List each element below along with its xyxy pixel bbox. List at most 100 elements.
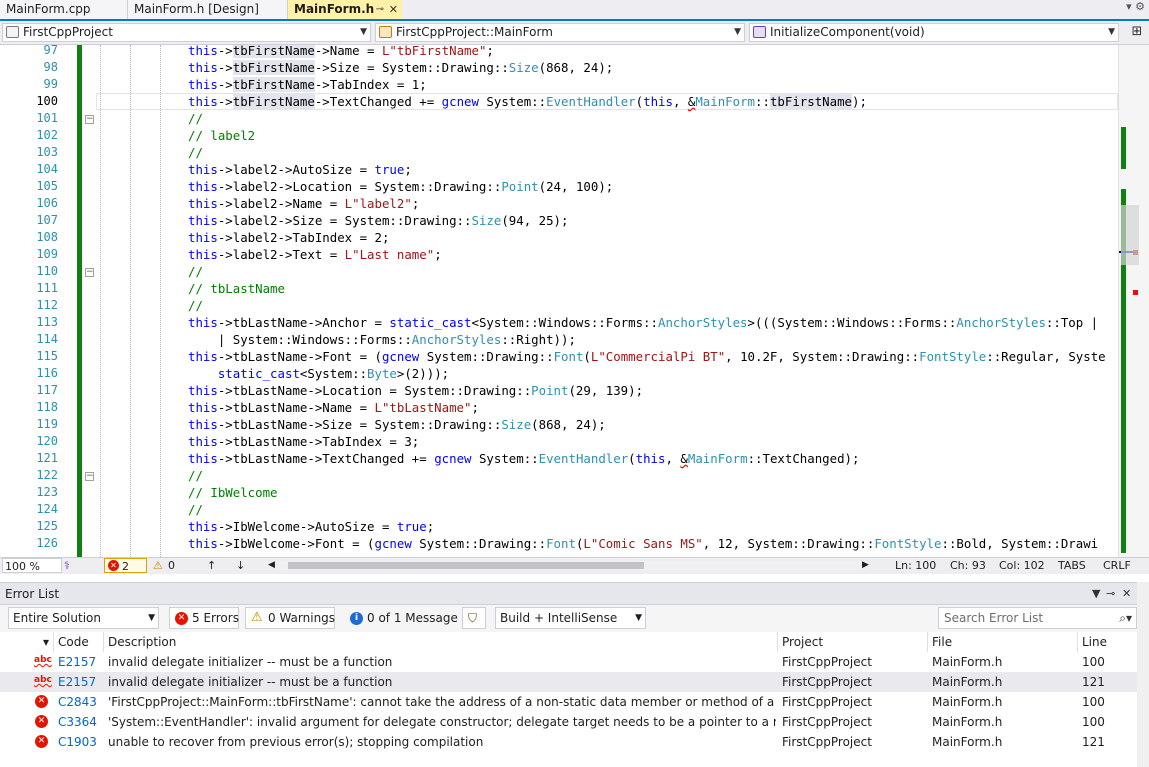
split-window-icon[interactable]: ⊞ [1129,24,1145,42]
horizontal-scroll-thumb[interactable] [288,562,644,569]
error-icon: ✕ [35,695,48,708]
search-error-list-input[interactable]: Search Error List ⌕▾ [938,607,1137,629]
build-filter-dropdown[interactable]: Build + IntelliSense ▼ [495,607,646,629]
code-line: this->label2->Text = L"Last name"; [188,247,442,262]
line-number-status: Ln: 100 [895,559,937,572]
zoom-value: 100 % [5,560,40,573]
tab-mainform-cpp[interactable]: MainForm.cpp [0,0,128,19]
window-position-icon[interactable]: ▼ [1092,583,1100,605]
pin-icon[interactable]: ⊸ [376,0,384,19]
intellisense-error-icon: abc [34,655,52,665]
tab-mainform-h-design[interactable]: MainForm.h [Design] [128,0,288,19]
arrow-up-icon[interactable]: ↑ [207,558,216,573]
line-number: 113 [36,315,58,329]
error-list-title-bar: Error List ▼ ⊸ ✕ [0,583,1137,605]
line-number: 98 [43,60,58,74]
warnings-filter-label: 0 Warnings [268,611,336,625]
arrow-down-icon[interactable]: ↓ [236,558,245,573]
column-header-description[interactable]: Description [104,632,778,652]
warning-icon: ⚠ [153,559,163,572]
collapse-icon[interactable]: − [85,268,94,277]
overview-error-mark [1133,290,1138,295]
error-line: 100 [1082,655,1105,669]
project-dropdown[interactable]: FirstCppProject ▼ [2,23,371,42]
error-project: FirstCppProject [782,695,872,709]
class-dropdown[interactable]: FirstCppProject::MainForm ▼ [375,23,745,42]
code-line: this->tbLastName->Location = System::Dra… [188,383,644,398]
member-dropdown[interactable]: InitializeComponent(void) ▼ [749,23,1119,42]
document-tab-strip: MainForm.cpp MainForm.h [Design] MainFor… [0,0,1149,21]
column-header-code[interactable]: Code [54,632,104,652]
error-line: 100 [1082,695,1105,709]
messages-filter-button[interactable]: i 0 of 1 Message [344,607,458,629]
error-row[interactable]: abc E2157 invalid delegate initializer -… [0,652,1137,672]
error-code[interactable]: E2157 [58,652,96,672]
line-number: 119 [36,417,58,431]
error-row[interactable]: ✕ C1903 unable to recover from previous … [0,732,1137,752]
project-dropdown-value: FirstCppProject [23,25,113,39]
code-line: // [188,264,203,279]
column-header-line[interactable]: Line [1078,632,1137,652]
line-number: 105 [36,179,58,193]
error-icon: ✕ [35,715,48,728]
line-number: 109 [36,247,58,261]
editor-vertical-scrollbar[interactable] [1118,45,1149,557]
code-line: // IbWelcome [188,485,278,500]
code-line: this->tbLastName->Font = (gcnew System::… [188,349,1106,364]
error-code[interactable]: E2157 [58,672,96,692]
line-number: 102 [36,128,58,142]
code-line: this->IbWelcome->AutoSize = true; [188,519,435,534]
collapse-icon[interactable]: − [85,115,94,124]
filter-icon[interactable]: ⛉ [462,607,486,629]
error-code[interactable]: C1903 [58,732,97,752]
scroll-thumb[interactable] [1121,205,1139,265]
tab-overflow-menu-icon[interactable]: ▾ ⚙ [1115,0,1145,19]
line-ending-status[interactable]: CRLF [1103,558,1131,573]
errors-filter-button[interactable]: ✕ 5 Errors [169,607,239,629]
collapse-icon[interactable]: − [85,472,94,481]
indent-mode-status[interactable]: TABS [1058,558,1086,573]
tab-mainform-h[interactable]: MainForm.h ⊸ ✕ [288,0,402,19]
code-line: this->tbFirstName->Size = System::Drawin… [188,60,614,75]
error-description: 'System::EventHandler': invalid argument… [108,715,776,729]
indent-guide [100,45,101,557]
error-row[interactable]: ✕ C2843 'FirstCppProject::MainForm::tbFi… [0,692,1137,712]
close-icon[interactable]: ✕ [1122,583,1131,605]
error-row[interactable]: abc E2157 invalid delegate initializer -… [0,672,1137,692]
method-icon [753,26,766,38]
error-project: FirstCppProject [782,715,872,729]
error-list-scrollbar[interactable] [1137,582,1149,767]
info-icon: i [350,612,363,625]
warnings-filter-button[interactable]: ⚠ 0 Warnings [245,607,335,629]
pin-icon[interactable]: ⊸ [1106,583,1115,605]
error-count-indicator[interactable]: ✕ 2 [104,558,147,573]
code-editor[interactable]: 97 98 99 100 101 102 103 104 105 106 107 108 109 110 1… [0,45,1149,557]
scroll-right-icon[interactable]: ▶ [862,558,869,573]
zoom-dropdown[interactable]: 100 % [2,558,62,573]
error-description: 'FirstCppProject::MainForm::tbFirstName'… [108,695,776,709]
column-header-project[interactable]: Project [778,632,928,652]
line-number: 125 [36,519,58,533]
scope-value: Entire Solution [13,611,101,625]
scroll-left-icon[interactable]: ◀ [268,558,275,573]
error-code[interactable]: C3364 [58,712,97,732]
error-count: 2 [122,560,129,573]
search-placeholder: Search Error List [944,611,1044,625]
code-line: this->label2->Location = System::Drawing… [188,179,614,194]
line-number: 104 [36,162,58,176]
chevron-down-icon: ▼ [1108,27,1115,37]
warning-count-indicator[interactable]: ⚠ 0 [152,558,175,573]
warning-count: 0 [168,559,175,572]
code-line: // [188,502,203,517]
column-header-file[interactable]: File [928,632,1078,652]
code-line: this->tbLastName->Size = System::Drawing… [188,417,606,432]
line-number: 101 [36,111,58,125]
error-file: MainForm.h [932,735,1003,749]
close-icon[interactable]: ✕ [389,0,398,19]
health-icon[interactable]: ⚕ [64,558,70,573]
error-row[interactable]: ✕ C3364 'System::EventHandler': invalid … [0,712,1137,732]
scope-dropdown[interactable]: Entire Solution ▼ [8,607,159,629]
error-code[interactable]: C2843 [58,692,97,712]
sort-column-header[interactable]: ▾ [0,632,54,652]
line-number: 126 [36,536,58,550]
